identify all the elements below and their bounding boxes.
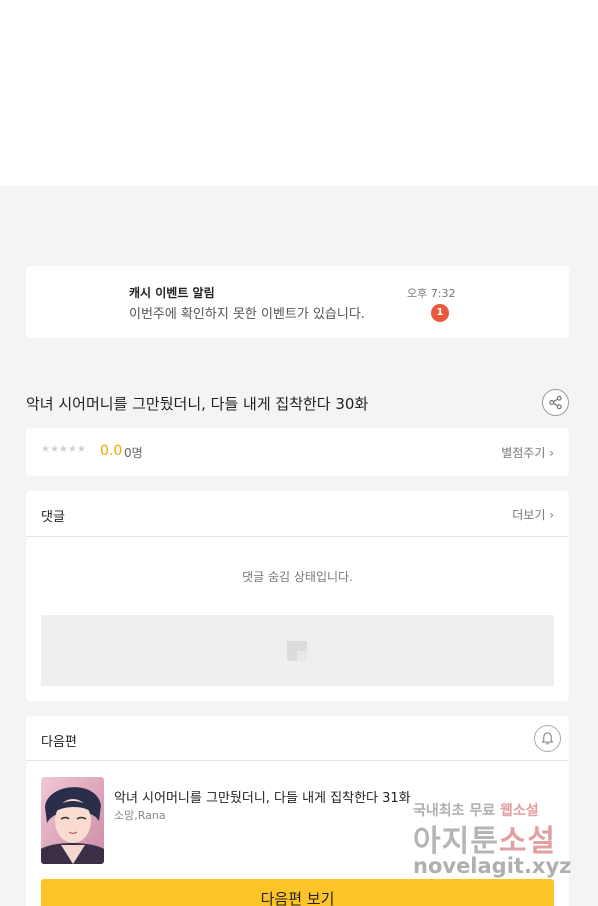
next-episode-thumbnail[interactable]	[41, 777, 104, 864]
next-episode-header: 다음편	[26, 716, 569, 761]
ad-placeholder[interactable]	[41, 615, 554, 686]
comment-section: 댓글 더보기 › 댓글 숨김 상태입니다.	[26, 491, 569, 701]
next-episode-button[interactable]: 다음편 보기	[41, 879, 554, 906]
share-icon	[549, 395, 562, 410]
share-button[interactable]	[542, 389, 569, 416]
rating-card: ★★★★★ 0.0 0명 별점주기 ›	[26, 428, 569, 476]
next-episode-section: 다음편 악녀 시어머니를 그만뒀더니, 다들 내게 집착한다 31화 소망,Ra…	[26, 716, 569, 906]
notification-badge: 1	[431, 304, 449, 322]
comment-more-button[interactable]: 더보기 ›	[512, 506, 554, 523]
notify-button[interactable]	[534, 725, 561, 752]
next-episode-label: 다음편	[41, 735, 77, 750]
notification-time: 오후 7:32	[407, 287, 456, 300]
rating-score: 0.0	[100, 443, 123, 459]
thumbnail-artwork	[41, 777, 104, 864]
notification-card[interactable]: 캐시 이벤트 알림 이번주에 확인하지 못한 이벤트가 있습니다. 오후 7:3…	[26, 266, 569, 338]
rating-stars: ★★★★★	[41, 444, 86, 455]
top-blank-area	[0, 0, 598, 186]
episode-title: 악녀 시어머니를 그만뒀더니, 다들 내게 집착한다 30화	[26, 395, 369, 413]
image-placeholder-icon	[287, 641, 307, 661]
next-episode-title[interactable]: 악녀 시어머니를 그만뒀더니, 다들 내게 집착한다 31화	[114, 787, 411, 806]
comment-label: 댓글	[41, 510, 65, 525]
notification-body: 이번주에 확인하지 못한 이벤트가 있습니다.	[129, 307, 365, 322]
comment-hidden-message: 댓글 숨김 상태입니다.	[242, 570, 353, 584]
comment-header: 댓글 더보기 ›	[26, 491, 569, 537]
rate-button[interactable]: 별점주기 ›	[501, 444, 554, 461]
bell-icon	[541, 732, 554, 745]
notification-title: 캐시 이벤트 알림	[129, 286, 215, 300]
next-episode-author: 소망,Rana	[114, 809, 166, 822]
rating-count: 0명	[124, 446, 143, 460]
